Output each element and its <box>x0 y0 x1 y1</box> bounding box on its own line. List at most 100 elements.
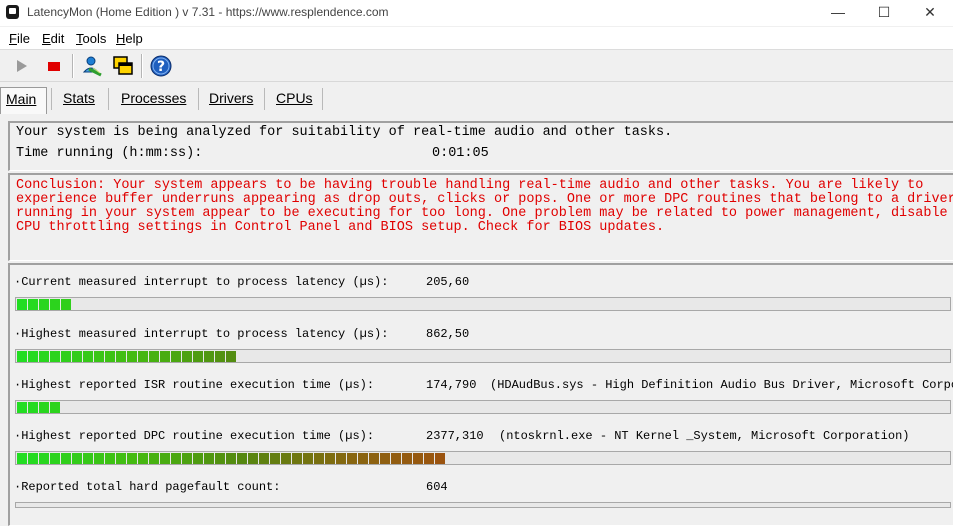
meter-segment <box>270 453 280 464</box>
window-icon[interactable] <box>111 54 135 78</box>
isr-time-bar <box>15 400 951 414</box>
tab-stats[interactable]: Stats <box>63 90 95 106</box>
meter-segment <box>127 351 137 362</box>
meter-segment <box>435 453 445 464</box>
meter-segment <box>193 351 203 362</box>
toolbar-separator <box>72 54 74 78</box>
current-latency-value: 205,60 <box>426 275 470 289</box>
tab-drivers[interactable]: Drivers <box>209 90 253 106</box>
meter-segment <box>127 453 137 464</box>
meter-segment <box>380 453 390 464</box>
meter-segment <box>72 453 82 464</box>
meter-segment <box>413 453 423 464</box>
isr-driver-info: (HDAudBus.sys - High Definition Audio Bu… <box>490 378 953 392</box>
stop-icon[interactable] <box>42 54 66 78</box>
current-latency-label: ·Current measured interrupt to process l… <box>14 275 389 289</box>
minimize-button[interactable]: — <box>815 0 861 26</box>
meter-segment <box>50 299 60 310</box>
meter-segment <box>83 351 93 362</box>
meter-segment <box>281 453 291 464</box>
meter-segment <box>215 453 225 464</box>
meter-segment <box>149 351 159 362</box>
pagefault-bar <box>15 502 951 508</box>
tab-main[interactable]: Main <box>6 91 36 107</box>
meter-segment <box>149 453 159 464</box>
meter-segment <box>39 402 49 413</box>
menu-file[interactable]: File <box>9 31 30 46</box>
meter-segment <box>424 453 434 464</box>
user-admin-icon[interactable] <box>80 54 104 78</box>
meter-segment <box>94 351 104 362</box>
meter-segment <box>347 453 357 464</box>
highest-latency-label: ·Highest measured interrupt to process l… <box>14 327 389 341</box>
meter-segment <box>237 453 247 464</box>
meter-segment <box>28 453 38 464</box>
meter-segment <box>72 351 82 362</box>
highest-latency-value: 862,50 <box>426 327 470 341</box>
meter-segment <box>248 453 258 464</box>
meter-segment <box>39 351 49 362</box>
help-icon[interactable]: ? <box>149 54 173 78</box>
meter-segment <box>391 453 401 464</box>
meter-segment <box>50 402 60 413</box>
conclusion-panel: Conclusion: Your system appears to be ha… <box>8 173 953 261</box>
pagefault-count-label: ·Reported total hard pagefault count: <box>14 480 281 494</box>
meter-segment <box>314 453 324 464</box>
latency-stats-panel: ·Current measured interrupt to process l… <box>8 263 953 526</box>
meter-segment <box>182 453 192 464</box>
meter-segment <box>171 453 181 464</box>
meter-segment <box>28 351 38 362</box>
tab-cpus[interactable]: CPUs <box>276 90 313 106</box>
meter-segment <box>61 453 71 464</box>
toolbar-separator <box>141 54 143 78</box>
dpc-driver-info: (ntoskrnl.exe - NT Kernel _System, Micro… <box>499 429 910 443</box>
meter-segment <box>138 351 148 362</box>
menu-edit[interactable]: Edit <box>42 31 64 46</box>
meter-segment <box>336 453 346 464</box>
maximize-button[interactable]: ☐ <box>861 0 907 26</box>
meter-segment <box>259 453 269 464</box>
menu-bar: File Edit Tools Help <box>0 27 953 50</box>
current-latency-bar <box>15 297 951 311</box>
meter-segment <box>17 453 27 464</box>
meter-segment <box>369 453 379 464</box>
conclusion-line-1: Conclusion: Your system appears to be ha… <box>16 178 924 193</box>
meter-segment <box>303 453 313 464</box>
window-title: LatencyMon (Home Edition ) v 7.31 - http… <box>27 5 389 19</box>
close-button[interactable]: ✕ <box>907 0 953 26</box>
meter-segment <box>61 351 71 362</box>
play-icon[interactable] <box>10 54 34 78</box>
meter-segment <box>17 351 27 362</box>
meter-segment <box>204 453 214 464</box>
conclusion-line-4: CPU throttling settings in Control Panel… <box>16 220 665 235</box>
meter-segment <box>292 453 302 464</box>
analysis-status-text: Your system is being analyzed for suitab… <box>16 125 673 140</box>
meter-segment <box>193 453 203 464</box>
menu-help[interactable]: Help <box>116 31 143 46</box>
tab-separator <box>322 88 323 110</box>
menu-tools[interactable]: Tools <box>76 31 106 46</box>
tab-separator <box>198 88 199 110</box>
meter-segment <box>28 402 38 413</box>
dpc-time-label: ·Highest reported DPC routine execution … <box>14 429 375 443</box>
tab-bar: Main Stats Processes Drivers CPUs <box>0 84 953 114</box>
meter-segment <box>226 453 236 464</box>
meter-segment <box>17 402 27 413</box>
isr-time-value: 174,790 <box>426 378 477 392</box>
latencymon-app-icon <box>6 5 19 19</box>
tab-processes[interactable]: Processes <box>121 90 186 106</box>
meter-segment <box>61 299 71 310</box>
isr-time-label: ·Highest reported ISR routine execution … <box>14 378 375 392</box>
highest-latency-bar <box>15 349 951 363</box>
meter-segment <box>39 453 49 464</box>
meter-segment <box>325 453 335 464</box>
meter-segment <box>358 453 368 464</box>
meter-segment <box>171 351 181 362</box>
meter-segment <box>215 351 225 362</box>
meter-segment <box>28 299 38 310</box>
meter-segment <box>17 299 27 310</box>
meter-segment <box>116 453 126 464</box>
time-running-value: 0:01:05 <box>432 146 489 161</box>
meter-segment <box>160 453 170 464</box>
meter-segment <box>204 351 214 362</box>
